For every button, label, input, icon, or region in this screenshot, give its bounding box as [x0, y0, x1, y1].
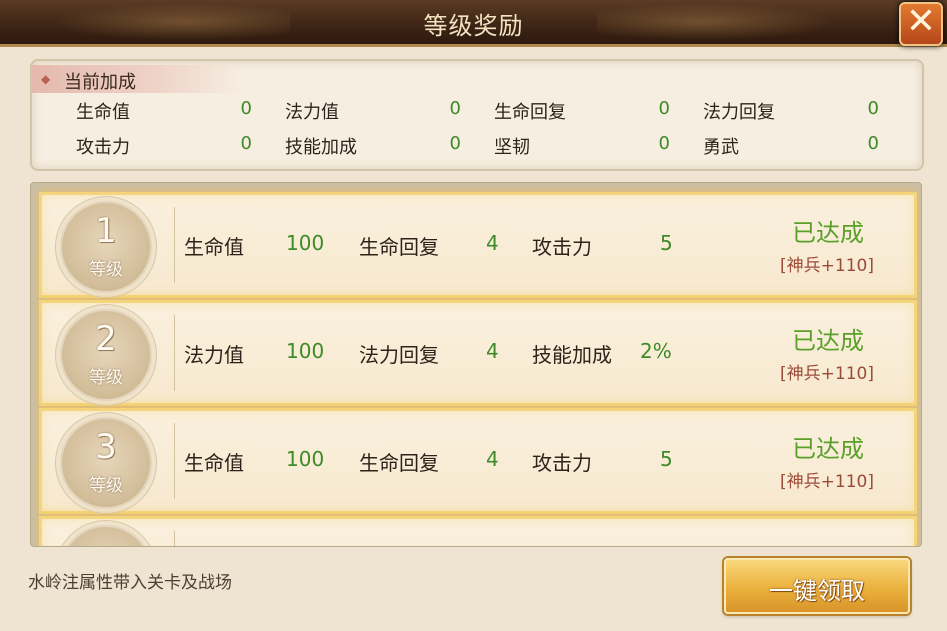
claim-all-label: 一键领取 — [769, 577, 865, 605]
level-stat-value: 4 — [486, 231, 499, 255]
level-number: 1 — [95, 211, 117, 251]
status-achieved: 已达成 — [792, 435, 864, 463]
bonus-stat-value: 0 — [658, 98, 670, 119]
bonus-stat-label: 技能加成 — [285, 137, 357, 158]
bonus-stat-label: 法力回复 — [703, 102, 775, 123]
level-stat-label: 法力回复 — [359, 343, 439, 367]
level-stat-label: 技能加成 — [532, 343, 612, 367]
level-stat-label: 攻击力 — [532, 451, 592, 475]
row-divider — [174, 207, 175, 283]
bonus-stat-label: 生命回复 — [494, 102, 566, 123]
current-bonus-title: 当前加成 — [64, 72, 136, 93]
bonus-stat-value: 0 — [240, 98, 252, 119]
bonus-stat-label: 攻击力 — [76, 137, 130, 158]
status-achieved: 已达成 — [792, 219, 864, 247]
close-icon: ✕ — [905, 1, 937, 42]
bonus-stat-label: 法力值 — [285, 102, 339, 123]
level-stat-value: 4 — [486, 447, 499, 471]
level-stat-label: 生命回复 — [359, 235, 439, 259]
current-bonus-box: ◆ 当前加成 生命值 0 法力值 0 生命回复 0 法力回复 0 攻击力 0 技… — [30, 59, 924, 171]
close-button[interactable]: ✕ — [899, 2, 943, 46]
row-divider — [174, 423, 175, 499]
reward-label: [神兵+110] — [780, 472, 874, 492]
level-stat-value: 100 — [286, 447, 325, 471]
level-stat-label: 法力值 — [184, 343, 244, 367]
level-stat-label: 生命值 — [184, 451, 244, 475]
level-badge — [60, 525, 152, 546]
level-badge: 2 等级 — [60, 309, 152, 401]
current-bonus-header: ◆ 当前加成 — [32, 65, 242, 93]
level-number: 2 — [95, 319, 117, 359]
reward-label: [神兵+110] — [780, 256, 874, 276]
level-stat-value: 100 — [286, 339, 325, 363]
level-stat-label: 生命回复 — [359, 451, 439, 475]
level-row-2[interactable]: 2 等级 法力值 100 法力回复 4 技能加成 2% 已达成 [神兵+110] — [39, 300, 917, 406]
bonus-stat-value: 0 — [867, 133, 879, 154]
level-stat-value: 100 — [286, 231, 325, 255]
level-badge: 1 等级 — [60, 201, 152, 293]
bonus-stat-label: 生命值 — [76, 102, 130, 123]
level-reward-list[interactable]: 1 等级 生命值 100 生命回复 4 攻击力 5 已达成 [神兵+110] 2… — [30, 182, 922, 547]
level-stat-value: 5 — [660, 447, 673, 471]
row-divider — [174, 315, 175, 391]
bonus-stat-value: 0 — [449, 133, 461, 154]
level-stat-label: 生命值 — [184, 235, 244, 259]
title-bar: 等级奖励 ✕ — [0, 0, 947, 47]
level-number: 3 — [95, 427, 117, 467]
bonus-stat-value: 0 — [240, 133, 252, 154]
level-label: 等级 — [89, 368, 123, 388]
level-label: 等级 — [89, 260, 123, 280]
claim-all-button[interactable]: 一键领取 — [724, 558, 910, 614]
level-badge: 3 等级 — [60, 417, 152, 509]
bonus-stat-value: 0 — [658, 133, 670, 154]
level-row-1[interactable]: 1 等级 生命值 100 生命回复 4 攻击力 5 已达成 [神兵+110] — [39, 192, 917, 298]
window-title: 等级奖励 — [423, 12, 524, 40]
row-divider — [174, 531, 175, 546]
level-stat-value: 2% — [640, 339, 672, 363]
level-reward-panel: 等级奖励 ✕ ◆ 当前加成 生命值 0 法力值 0 生命回复 0 法力回复 0 … — [0, 0, 947, 631]
level-label: 等级 — [89, 476, 123, 496]
bonus-stat-label: 勇武 — [703, 137, 739, 158]
level-stat-label: 攻击力 — [532, 235, 592, 259]
bonus-stat-label: 坚韧 — [494, 137, 530, 158]
bonus-stat-value: 0 — [867, 98, 879, 119]
level-stat-value: 5 — [660, 231, 673, 255]
level-stat-value: 4 — [486, 339, 499, 363]
attribute-note: 水岭注属性带入关卡及战场 — [28, 573, 232, 593]
bonus-stat-value: 0 — [449, 98, 461, 119]
reward-label: [神兵+110] — [780, 364, 874, 384]
level-row-partial[interactable] — [39, 516, 917, 546]
diamond-icon: ◆ — [41, 72, 51, 86]
status-achieved: 已达成 — [792, 327, 864, 355]
level-row-3[interactable]: 3 等级 生命值 100 生命回复 4 攻击力 5 已达成 [神兵+110] — [39, 408, 917, 514]
